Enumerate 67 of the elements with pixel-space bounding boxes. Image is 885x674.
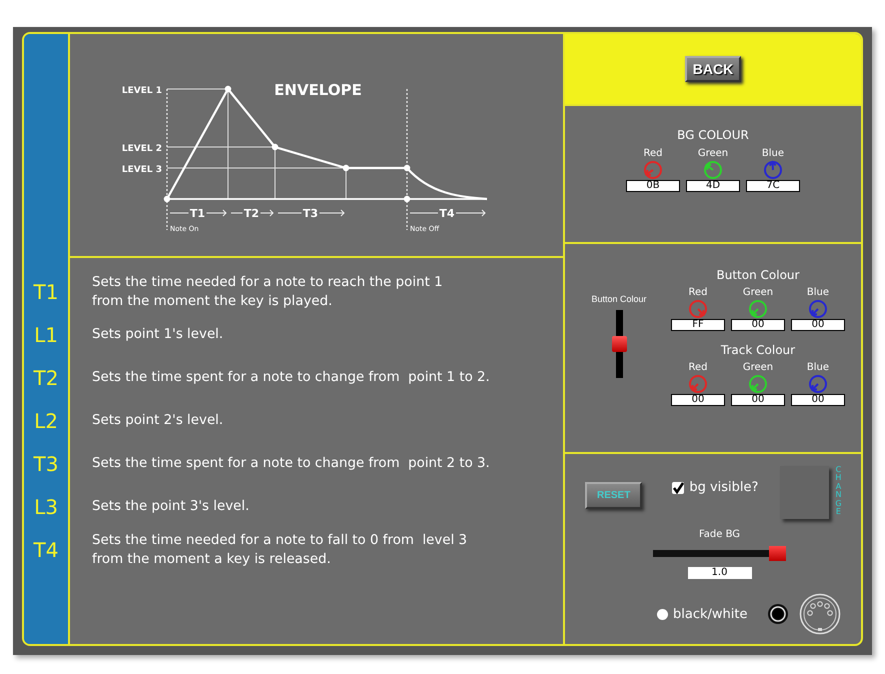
parameter-label: T3 <box>34 452 58 476</box>
value-field[interactable]: 1.0 <box>688 567 752 579</box>
parameter-description: Sets the point 3's level. <box>92 498 250 516</box>
value-field[interactable]: 00 <box>791 394 845 406</box>
time-label: T1 <box>190 207 206 220</box>
parameter-description: Sets the time needed for a note to reach the point 1 from the moment the key is played. <box>92 274 443 310</box>
knob[interactable] <box>688 299 708 319</box>
vertical-slider[interactable] <box>612 310 626 378</box>
parameter-label: L3 <box>34 494 58 518</box>
level-label: LEVEL 1 <box>122 86 162 96</box>
diagram-title: ENVELOPE <box>274 81 362 99</box>
value-field[interactable]: 00 <box>671 394 725 406</box>
knob-label: Blue <box>806 362 830 373</box>
knob-label: Red <box>644 148 662 159</box>
time-label: T4 <box>439 207 455 220</box>
slider-label: Button Colour <box>591 294 647 304</box>
knob-label: Red <box>688 287 708 298</box>
radio-button[interactable] <box>657 608 668 620</box>
value-field[interactable]: 4D <box>686 180 740 192</box>
checkbox[interactable] <box>672 482 684 494</box>
value-field[interactable]: 00 <box>791 319 845 331</box>
value-field[interactable]: 7C <box>746 180 800 192</box>
value-field[interactable]: 00 <box>731 394 785 406</box>
colour-swatch[interactable] <box>780 466 830 519</box>
slider-label: Fade BG <box>698 529 740 540</box>
knob[interactable] <box>643 160 663 180</box>
knob-label: Green <box>742 362 774 373</box>
parameter-label: T2 <box>34 366 58 390</box>
parameter-label: T4 <box>34 538 58 562</box>
knob-label: Red <box>688 362 708 373</box>
level-label: LEVEL 2 <box>122 144 162 154</box>
knob-label: Blue <box>762 148 784 159</box>
value-field[interactable]: FF <box>671 319 725 331</box>
slider-thumb[interactable] <box>769 546 786 561</box>
section-title: Track Colour <box>720 343 796 357</box>
knob[interactable] <box>763 160 783 180</box>
knob[interactable] <box>808 374 828 394</box>
jack-icon <box>767 603 790 625</box>
knob[interactable] <box>748 374 768 394</box>
value-field[interactable]: 00 <box>731 319 785 331</box>
back-button[interactable]: BACK <box>684 56 742 82</box>
parameter-label: L1 <box>34 322 58 346</box>
knob[interactable] <box>748 299 768 319</box>
value-field[interactable]: 0B <box>626 180 680 192</box>
knob-label: Green <box>742 287 774 298</box>
knob[interactable] <box>688 374 708 394</box>
time-label: T2 <box>244 207 260 220</box>
knob[interactable] <box>808 299 828 319</box>
section-title: BG COLOUR <box>677 128 749 142</box>
level-label: LEVEL 3 <box>122 165 162 175</box>
parameter-label: L2 <box>34 408 58 432</box>
parameter-description: Sets point 2's level. <box>92 412 224 430</box>
section-title: Button Colour <box>716 268 800 282</box>
radio-label: black/white <box>673 606 748 622</box>
parameter-description: Sets the time spent for a note to change from point 2 to 3. <box>92 455 490 473</box>
time-label: T3 <box>302 207 318 220</box>
parameter-label: T1 <box>34 280 58 304</box>
parameter-description: Sets the time spent for a note to change from point 1 to 2. <box>92 369 490 387</box>
slider-thumb[interactable] <box>612 336 626 352</box>
knob-label: Blue <box>806 287 830 298</box>
parameter-description: Sets the time needed for a note to fall to 0 from level 3 from the moment a key is released. <box>92 532 468 568</box>
knob-label: Green <box>698 148 728 159</box>
checkbox-label: bg visible? <box>689 480 758 495</box>
fade-slider[interactable] <box>653 546 786 561</box>
parameter-description: Sets point 1's level. <box>92 326 224 344</box>
din-connector-icon <box>799 593 842 635</box>
knob[interactable] <box>703 160 723 180</box>
